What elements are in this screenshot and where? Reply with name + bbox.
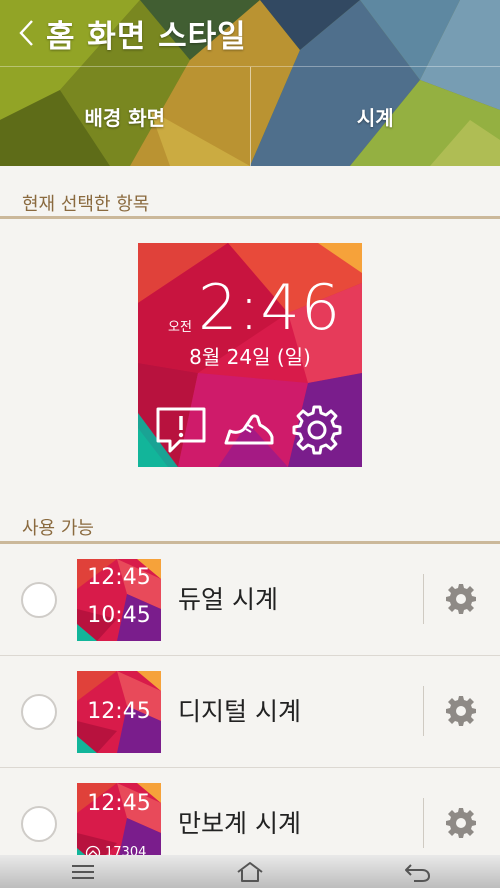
tab-bar: 배경 화면 시계: [0, 66, 500, 166]
alert-icon: [156, 407, 206, 453]
chevron-left-icon: [19, 20, 33, 46]
tab-wallpaper[interactable]: 배경 화면: [0, 67, 250, 166]
back-icon: [404, 863, 430, 882]
gear-icon[interactable]: [444, 694, 478, 728]
available-section-title: 사용 가능: [22, 518, 94, 539]
clock-thumbnail: 12:45 10:45: [77, 559, 161, 641]
gear-icon: [292, 405, 342, 455]
list-item-digital-clock[interactable]: 12:45 디지털 시계: [0, 656, 500, 768]
thumb-time-secondary: 10:45: [87, 603, 151, 628]
navigation-bar: [0, 855, 500, 888]
list-item-dual-clock[interactable]: 12:45 10:45 듀얼 시계: [0, 544, 500, 656]
list-item-label: 만보계 시계: [178, 809, 301, 838]
gear-icon[interactable]: [444, 806, 478, 840]
page-title: 홈 화면 스타일: [46, 18, 247, 55]
thumb-time-primary: 12:45: [87, 565, 151, 590]
shoe-icon: [224, 414, 274, 445]
thumb-time-primary: 12:45: [87, 699, 151, 724]
menu-button[interactable]: [0, 855, 167, 888]
tab-clock[interactable]: 시계: [249, 67, 500, 166]
clock-time: 2:46: [198, 271, 342, 344]
clock-date: 8월 24일 (일): [189, 345, 311, 369]
current-section-title: 현재 선택한 항목: [22, 194, 150, 215]
list-item-label: 디지털 시계: [178, 697, 301, 726]
ampm-label: 오전: [168, 320, 192, 335]
radio-button[interactable]: [21, 694, 57, 730]
header: 홈 화면 스타일 배경 화면 시계: [0, 0, 500, 166]
list-item-label: 듀얼 시계: [178, 585, 278, 614]
clock-thumbnail: 12:45 17304: [77, 783, 161, 865]
home-icon: [237, 861, 263, 882]
row-divider: [423, 798, 424, 848]
back-nav-button[interactable]: [333, 855, 500, 888]
section-divider: [0, 216, 500, 219]
row-divider: [423, 574, 424, 624]
radio-button[interactable]: [21, 582, 57, 618]
row-divider: [423, 686, 424, 736]
radio-button[interactable]: [21, 806, 57, 842]
back-button[interactable]: [6, 0, 46, 66]
thumb-time-primary: 12:45: [87, 791, 151, 816]
home-button[interactable]: [167, 855, 334, 888]
gear-icon[interactable]: [444, 582, 478, 616]
menu-icon: [72, 864, 95, 879]
clock-thumbnail: 12:45: [77, 671, 161, 753]
current-clock-preview[interactable]: 오전 2:46 8월 24일 (일): [138, 243, 362, 467]
